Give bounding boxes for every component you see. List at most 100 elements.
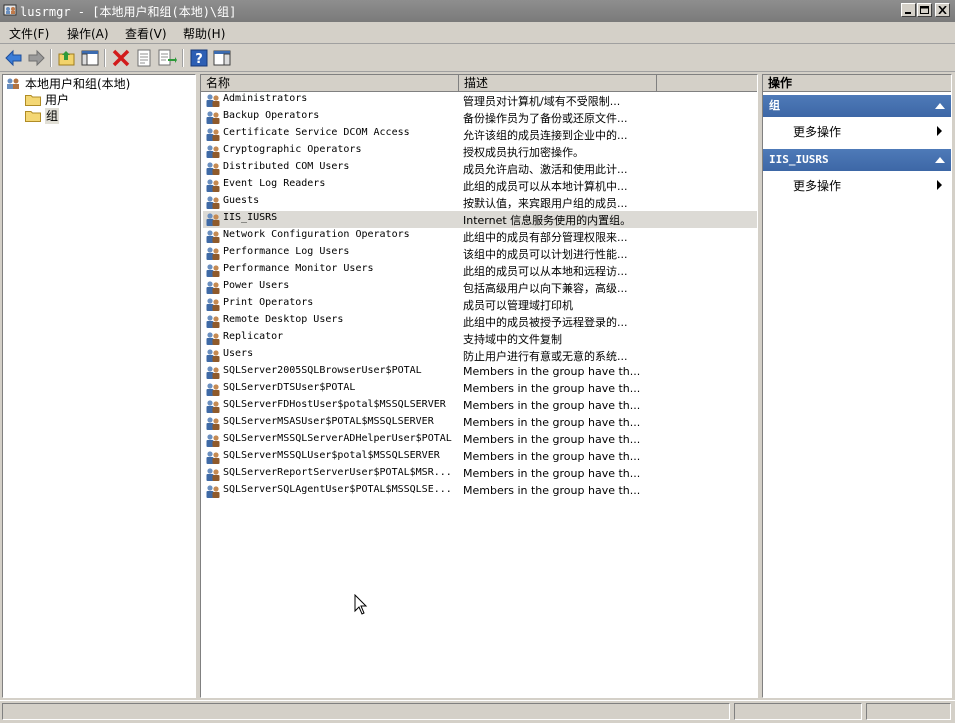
export-list-button[interactable]: [157, 48, 177, 68]
table-row[interactable]: Administrators 管理员对计算机/域有不受限制...: [203, 92, 757, 109]
forward-button[interactable]: [26, 48, 46, 68]
table-row[interactable]: Replicator 支持域中的文件复制: [203, 330, 757, 347]
group-name: SQLServerReportServerUser$POTAL$MSR...: [223, 467, 452, 478]
submenu-arrow-icon: [937, 126, 942, 136]
groups-list-pane: 名称 描述 Administrators 管理员对计算机/域有不受限制... Bac…: [200, 74, 758, 698]
lusrmgr-app-icon: [3, 4, 17, 16]
submenu-arrow-icon: [937, 180, 942, 190]
column-header-description[interactable]: 描述: [459, 75, 657, 92]
show-hide-console-tree-button[interactable]: [80, 48, 100, 68]
group-description: 此组中的成员被授予远程登录的...: [463, 316, 628, 329]
actions-section-iis-iusrs[interactable]: IIS_IUSRS: [763, 149, 951, 171]
group-icon: [206, 94, 220, 107]
delete-x-icon: [112, 49, 130, 67]
table-row[interactable]: Power Users 包括高级用户以向下兼容，高级...: [203, 279, 757, 296]
group-description: Members in the group have th...: [463, 433, 641, 446]
minimize-button[interactable]: [901, 3, 916, 17]
table-row[interactable]: Users 防止用户进行有意或无意的系统...: [203, 347, 757, 364]
group-icon: [206, 247, 220, 260]
status-bar: [0, 700, 955, 723]
menu-action[interactable]: 操作(A): [67, 25, 109, 42]
action-more-actions-groups[interactable]: 更多操作: [793, 123, 948, 140]
group-name: Print Operators: [223, 297, 314, 308]
table-row[interactable]: SQLServer2005SQLBrowserUser$POTAL Members…: [203, 364, 757, 381]
table-row[interactable]: Certificate Service DCOM Access 允许该组的成员连接…: [203, 126, 757, 143]
group-description: 支持域中的文件复制: [463, 333, 562, 346]
group-icon: [206, 162, 220, 175]
group-name: Event Log Readers: [223, 178, 326, 189]
table-row[interactable]: Backup Operators 备份操作员为了备份或还原文件...: [203, 109, 757, 126]
group-name: Network Configuration Operators: [223, 229, 410, 240]
group-description: 防止用户进行有意或无意的系统...: [463, 350, 628, 363]
group-name: Guests: [223, 195, 260, 206]
actions-header: 操作: [763, 75, 951, 92]
table-row[interactable]: IIS_IUSRS Internet 信息服务使用的内置组。: [203, 211, 757, 228]
group-name: SQLServerMSSQLServerADHelperUser$POTAL: [223, 433, 452, 444]
status-cell-main: [2, 703, 730, 720]
properties-icon: [137, 49, 151, 67]
group-icon: [206, 145, 220, 158]
group-icon: [206, 281, 220, 294]
group-description: Members in the group have th...: [463, 450, 641, 463]
group-icon: [206, 332, 220, 345]
up-one-level-button[interactable]: [57, 48, 77, 68]
table-row[interactable]: SQLServerDTSUser$POTAL Members in the gro…: [203, 381, 757, 398]
group-name: SQLServerMSSQLUser$potal$MSSQLSERVER: [223, 450, 440, 461]
group-icon: [206, 451, 220, 464]
table-row[interactable]: Network Configuration Operators 此组中的成员有部分…: [203, 228, 757, 245]
help-button[interactable]: ?: [189, 48, 209, 68]
tree-item-groups-label: 组: [45, 108, 60, 124]
menu-view[interactable]: 查看(V): [125, 25, 167, 42]
action-more-actions-iis-iusrs[interactable]: 更多操作: [793, 177, 948, 194]
users-groups-icon: [7, 78, 19, 89]
group-description: Members in the group have th...: [463, 416, 641, 429]
actions-pane: 操作 组 更多操作 IIS_IUSRS 更多操作: [762, 74, 952, 698]
group-icon: [206, 417, 220, 430]
group-description: Internet 信息服务使用的内置组。: [463, 214, 632, 227]
console-tree-pane: 本地用户和组(本地) 用户 组: [2, 74, 196, 698]
title-bar: lusrmgr - [本地用户和组(本地)\组]: [0, 0, 955, 22]
table-row[interactable]: SQLServerMSSQLServerADHelperUser$POTAL Me…: [203, 432, 757, 449]
group-name: SQLServerMSASUser$POTAL$MSSQLSERVER: [223, 416, 434, 427]
table-row[interactable]: SQLServerFDHostUser$potal$MSSQLSERVER Mem…: [203, 398, 757, 415]
column-header-name[interactable]: 名称: [201, 75, 459, 92]
maximize-icon: [920, 6, 929, 14]
group-icon: [206, 128, 220, 141]
svg-text:?: ?: [195, 52, 203, 67]
folder-icon: [25, 95, 41, 106]
close-button[interactable]: [935, 3, 950, 17]
delete-button[interactable]: [111, 48, 131, 68]
properties-button[interactable]: [134, 48, 154, 68]
action-more-actions-label: 更多操作: [793, 125, 842, 139]
show-hide-action-pane-button[interactable]: [212, 48, 232, 68]
actions-section-groups-title: 组: [769, 99, 780, 112]
console-tree-icon: [81, 50, 99, 66]
table-row[interactable]: SQLServerMSASUser$POTAL$MSSQLSERVER Membe…: [203, 415, 757, 432]
table-row[interactable]: Print Operators 成员可以管理域打印机: [203, 296, 757, 313]
menu-file[interactable]: 文件(F): [9, 25, 49, 42]
back-button[interactable]: [4, 48, 24, 68]
back-arrow-icon: [5, 49, 22, 67]
table-row[interactable]: Performance Log Users 该组中的成员可以计划进行性能...: [203, 245, 757, 262]
table-row[interactable]: Cryptographic Operators 授权成员执行加密操作。: [203, 143, 757, 160]
table-row[interactable]: SQLServerMSSQLUser$potal$MSSQLSERVER Memb…: [203, 449, 757, 466]
menu-help[interactable]: 帮助(H): [183, 25, 225, 42]
group-icon: [206, 298, 220, 311]
actions-section-groups[interactable]: 组: [763, 95, 951, 117]
table-row[interactable]: SQLServerSQLAgentUser$POTAL$MSSQLSE... Me…: [203, 483, 757, 500]
table-row[interactable]: Guests 按默认值，来宾跟用户组的成员...: [203, 194, 757, 211]
group-name: SQLServerSQLAgentUser$POTAL$MSSQLSE...: [223, 484, 452, 495]
group-icon: [206, 315, 220, 328]
table-row[interactable]: Distributed COM Users 成员允许启动、激活和使用此计...: [203, 160, 757, 177]
group-icon: [206, 264, 220, 277]
collapse-up-icon: [935, 157, 945, 163]
folder-up-icon: [58, 51, 75, 66]
maximize-button[interactable]: [917, 3, 932, 17]
group-description: 此组的成员可以从本地和远程访...: [463, 265, 628, 278]
table-row[interactable]: Event Log Readers 此组的成员可以从本地计算机中...: [203, 177, 757, 194]
table-row[interactable]: Remote Desktop Users 此组中的成员被授予远程登录的...: [203, 313, 757, 330]
table-row[interactable]: Performance Monitor Users 此组的成员可以从本地和远程访.…: [203, 262, 757, 279]
group-name: Users: [223, 348, 254, 359]
group-description: 授权成员执行加密操作。: [463, 146, 584, 159]
table-row[interactable]: SQLServerReportServerUser$POTAL$MSR... Me…: [203, 466, 757, 483]
